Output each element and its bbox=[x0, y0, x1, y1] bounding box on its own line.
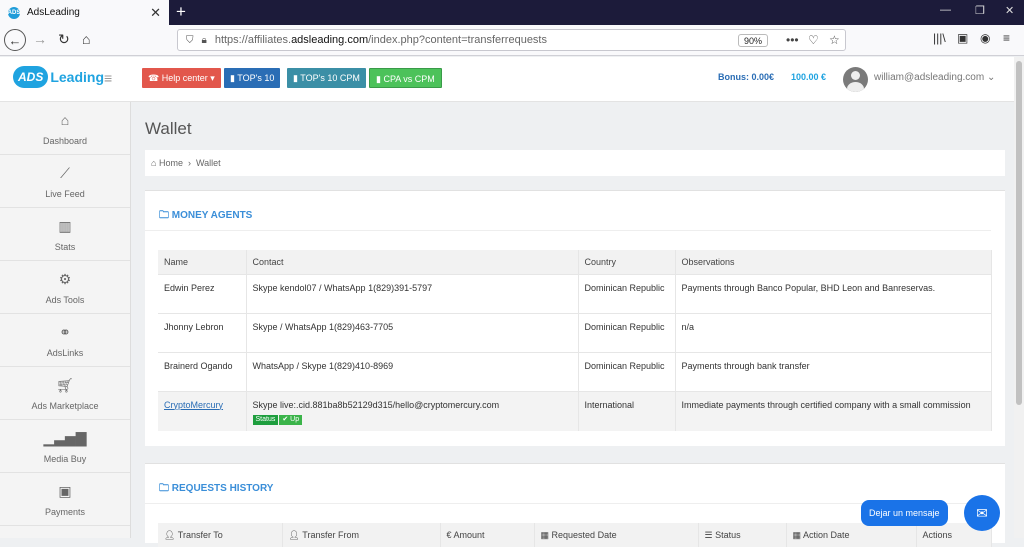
chevron-down-icon: ⌄ bbox=[986, 72, 996, 83]
signal-icon: ▁▃▅▇ bbox=[43, 430, 87, 446]
home-icon: ⌂ bbox=[151, 158, 157, 168]
close-window-icon[interactable]: ✕ bbox=[1005, 4, 1014, 17]
sidebar-item-dashboard[interactable]: ⌂ Dashboard bbox=[0, 102, 130, 155]
col-observations: Observations bbox=[675, 250, 992, 274]
lock-icon: 🔒︎ bbox=[201, 34, 207, 46]
user-plus-icon: 👤︎ bbox=[288, 529, 300, 540]
shield-icon: ⛉ bbox=[186, 34, 194, 46]
sidebar-item-stats[interactable]: ▥ Stats bbox=[0, 208, 130, 261]
calendar-icon: ▦ bbox=[540, 529, 550, 540]
col-status: ☰ Status bbox=[698, 523, 787, 547]
sidebar: ⌂ Dashboard ⟋ Live Feed ▥ Stats ⚙ Ads To… bbox=[0, 102, 131, 538]
close-tab-icon[interactable]: ✕ bbox=[150, 5, 161, 21]
home-page-icon[interactable]: ⌂ bbox=[82, 31, 90, 47]
folder-icon: 🗀 bbox=[159, 483, 169, 494]
reload-icon[interactable]: ↻ bbox=[58, 31, 70, 48]
sidebar-item-media-buy[interactable]: ▁▃▅▇ Media Buy bbox=[0, 420, 130, 473]
page-title: Wallet bbox=[145, 119, 192, 138]
folder-icon: 🗀 bbox=[159, 210, 169, 221]
tops-10-cpm-button[interactable]: ▮ TOP's 10 CPM bbox=[287, 68, 366, 88]
col-action-date: ▦ Action Date bbox=[786, 523, 917, 547]
tops-10-button[interactable]: ▮ TOP's 10 bbox=[224, 68, 281, 88]
cpa-vs-cpm-button[interactable]: ▮ CPA vs CPM bbox=[369, 68, 442, 88]
col-transfer-to: 👤︎ Transfer To bbox=[158, 523, 283, 547]
browser-tab[interactable]: ADS AdsLeading ✕ bbox=[0, 0, 169, 25]
cart-icon: 🛒︎ bbox=[56, 377, 74, 393]
url-text: https://affiliates.adsleading.com/index.… bbox=[214, 34, 547, 46]
library-icon[interactable]: |||\ bbox=[933, 31, 946, 45]
sidebar-item-ads-marketplace[interactable]: 🛒︎ Ads Marketplace bbox=[0, 367, 130, 420]
chevron-right-icon: › bbox=[185, 158, 194, 168]
chat-envelope-icon[interactable]: ✉ bbox=[964, 495, 1000, 531]
money-agents-title: 🗀 MONEY AGENTS bbox=[145, 191, 991, 231]
money-agents-panel: 🗀 MONEY AGENTS Name Contact Country Obse… bbox=[145, 190, 1005, 446]
logo[interactable]: ADS Leading bbox=[13, 66, 104, 88]
bookmark-star-icon[interactable]: ☆ bbox=[829, 33, 840, 47]
favicon-icon: ADS bbox=[8, 6, 20, 19]
hamburger-icon[interactable]: ≡ bbox=[104, 70, 112, 86]
back-icon[interactable]: ← bbox=[4, 29, 26, 51]
zoom-level[interactable]: 90% bbox=[738, 34, 769, 47]
forward-icon[interactable]: → bbox=[33, 31, 47, 47]
sidebar-item-ads-tools[interactable]: ⚙ Ads Tools bbox=[0, 261, 130, 314]
avatar[interactable] bbox=[843, 67, 868, 92]
breadcrumb-current: Wallet bbox=[196, 158, 221, 168]
browser-nav-bar: ← → ↻ ⌂ ⛉ 🔒︎ https://affiliates.adsleadi… bbox=[0, 25, 1024, 56]
col-name: Name bbox=[158, 250, 247, 274]
table-row: Edwin Perez Skype kendol07 / WhatsApp 1(… bbox=[158, 273, 992, 313]
calendar-icon: ▦ bbox=[792, 529, 802, 540]
chat-message-label[interactable]: Dejar un mensaje bbox=[861, 500, 948, 526]
list-icon: ☰ bbox=[704, 529, 713, 540]
browser-tab-bar: ADS AdsLeading ✕ + — ❐ ✕ bbox=[0, 0, 1024, 25]
money-agents-table: Name Contact Country Observations Edwin … bbox=[158, 250, 992, 431]
tab-title: AdsLeading bbox=[27, 7, 80, 18]
sidebar-item-live-feed[interactable]: ⟋ Live Feed bbox=[0, 155, 130, 208]
bar-chart-icon: ▥ bbox=[58, 218, 72, 234]
main-content: Wallet ⌂ Home › Wallet 🗀 MONEY AGENTS Na… bbox=[132, 102, 1014, 547]
agent-link[interactable]: CryptoMercury bbox=[164, 400, 223, 410]
pocket-icon[interactable]: ♡ bbox=[808, 33, 819, 47]
user-icon: 👤︎ bbox=[164, 529, 176, 540]
table-row: Jhonny Lebron Skype / WhatsApp 1(829)463… bbox=[158, 312, 992, 352]
money-icon: ▣ bbox=[58, 483, 72, 499]
requests-history-title: 🗀 REQUESTS HISTORY bbox=[145, 464, 991, 504]
col-country: Country bbox=[578, 250, 676, 274]
table-row: CryptoMercury Skype live:.cid.881ba8b521… bbox=[158, 390, 992, 431]
col-amount: € Amount bbox=[440, 523, 535, 547]
minimize-icon[interactable]: — bbox=[940, 4, 951, 16]
breadcrumb-home[interactable]: Home bbox=[159, 158, 183, 168]
col-transfer-from: 👤︎ Transfer From bbox=[282, 523, 441, 547]
user-menu[interactable]: william@adsleading.com ⌄ bbox=[874, 72, 995, 83]
requests-history-table: 👤︎ Transfer To 👤︎ Transfer From € Amount… bbox=[158, 523, 992, 547]
sidebar-toggle-icon[interactable]: ▣ bbox=[957, 31, 968, 45]
col-contact: Contact bbox=[246, 250, 579, 274]
more-icon[interactable]: ••• bbox=[786, 33, 799, 47]
help-center-button[interactable]: ☎ Help center ▾ bbox=[142, 68, 221, 88]
menu-icon[interactable]: ≡ bbox=[1003, 31, 1010, 45]
address-bar[interactable]: ⛉ 🔒︎ https://affiliates.adsleading.com/i… bbox=[177, 29, 846, 51]
scrollbar-thumb[interactable] bbox=[1016, 61, 1022, 405]
link-icon: ⚭ bbox=[59, 324, 71, 340]
new-tab-icon[interactable]: + bbox=[176, 2, 186, 22]
sidebar-item-payments[interactable]: ▣ Payments bbox=[0, 473, 130, 526]
account-icon[interactable]: ◉ bbox=[980, 31, 990, 45]
euro-icon: € bbox=[446, 530, 452, 540]
gears-icon: ⚙ bbox=[58, 271, 72, 287]
sidebar-item-adslinks[interactable]: ⚭ AdsLinks bbox=[0, 314, 130, 367]
app-header: ADS Leading ≡ ☎ Help center ▾ ▮ TOP's 10… bbox=[0, 57, 1024, 102]
col-requested-date: ▦ Requested Date bbox=[534, 523, 699, 547]
line-chart-icon: ⟋ bbox=[60, 165, 70, 181]
balance-amount: 100.00 € bbox=[791, 72, 827, 82]
status-badge: Status ✔ Up bbox=[252, 414, 303, 425]
restore-icon[interactable]: ❐ bbox=[975, 4, 985, 17]
breadcrumb: ⌂ Home › Wallet bbox=[145, 150, 1005, 176]
page-scrollbar[interactable] bbox=[1014, 57, 1024, 538]
table-row: Brainerd Ogando WhatsApp / Skype 1(829)4… bbox=[158, 351, 992, 391]
bonus-amount: Bonus: 0.00€ bbox=[718, 72, 775, 82]
home-icon: ⌂ bbox=[60, 112, 70, 128]
